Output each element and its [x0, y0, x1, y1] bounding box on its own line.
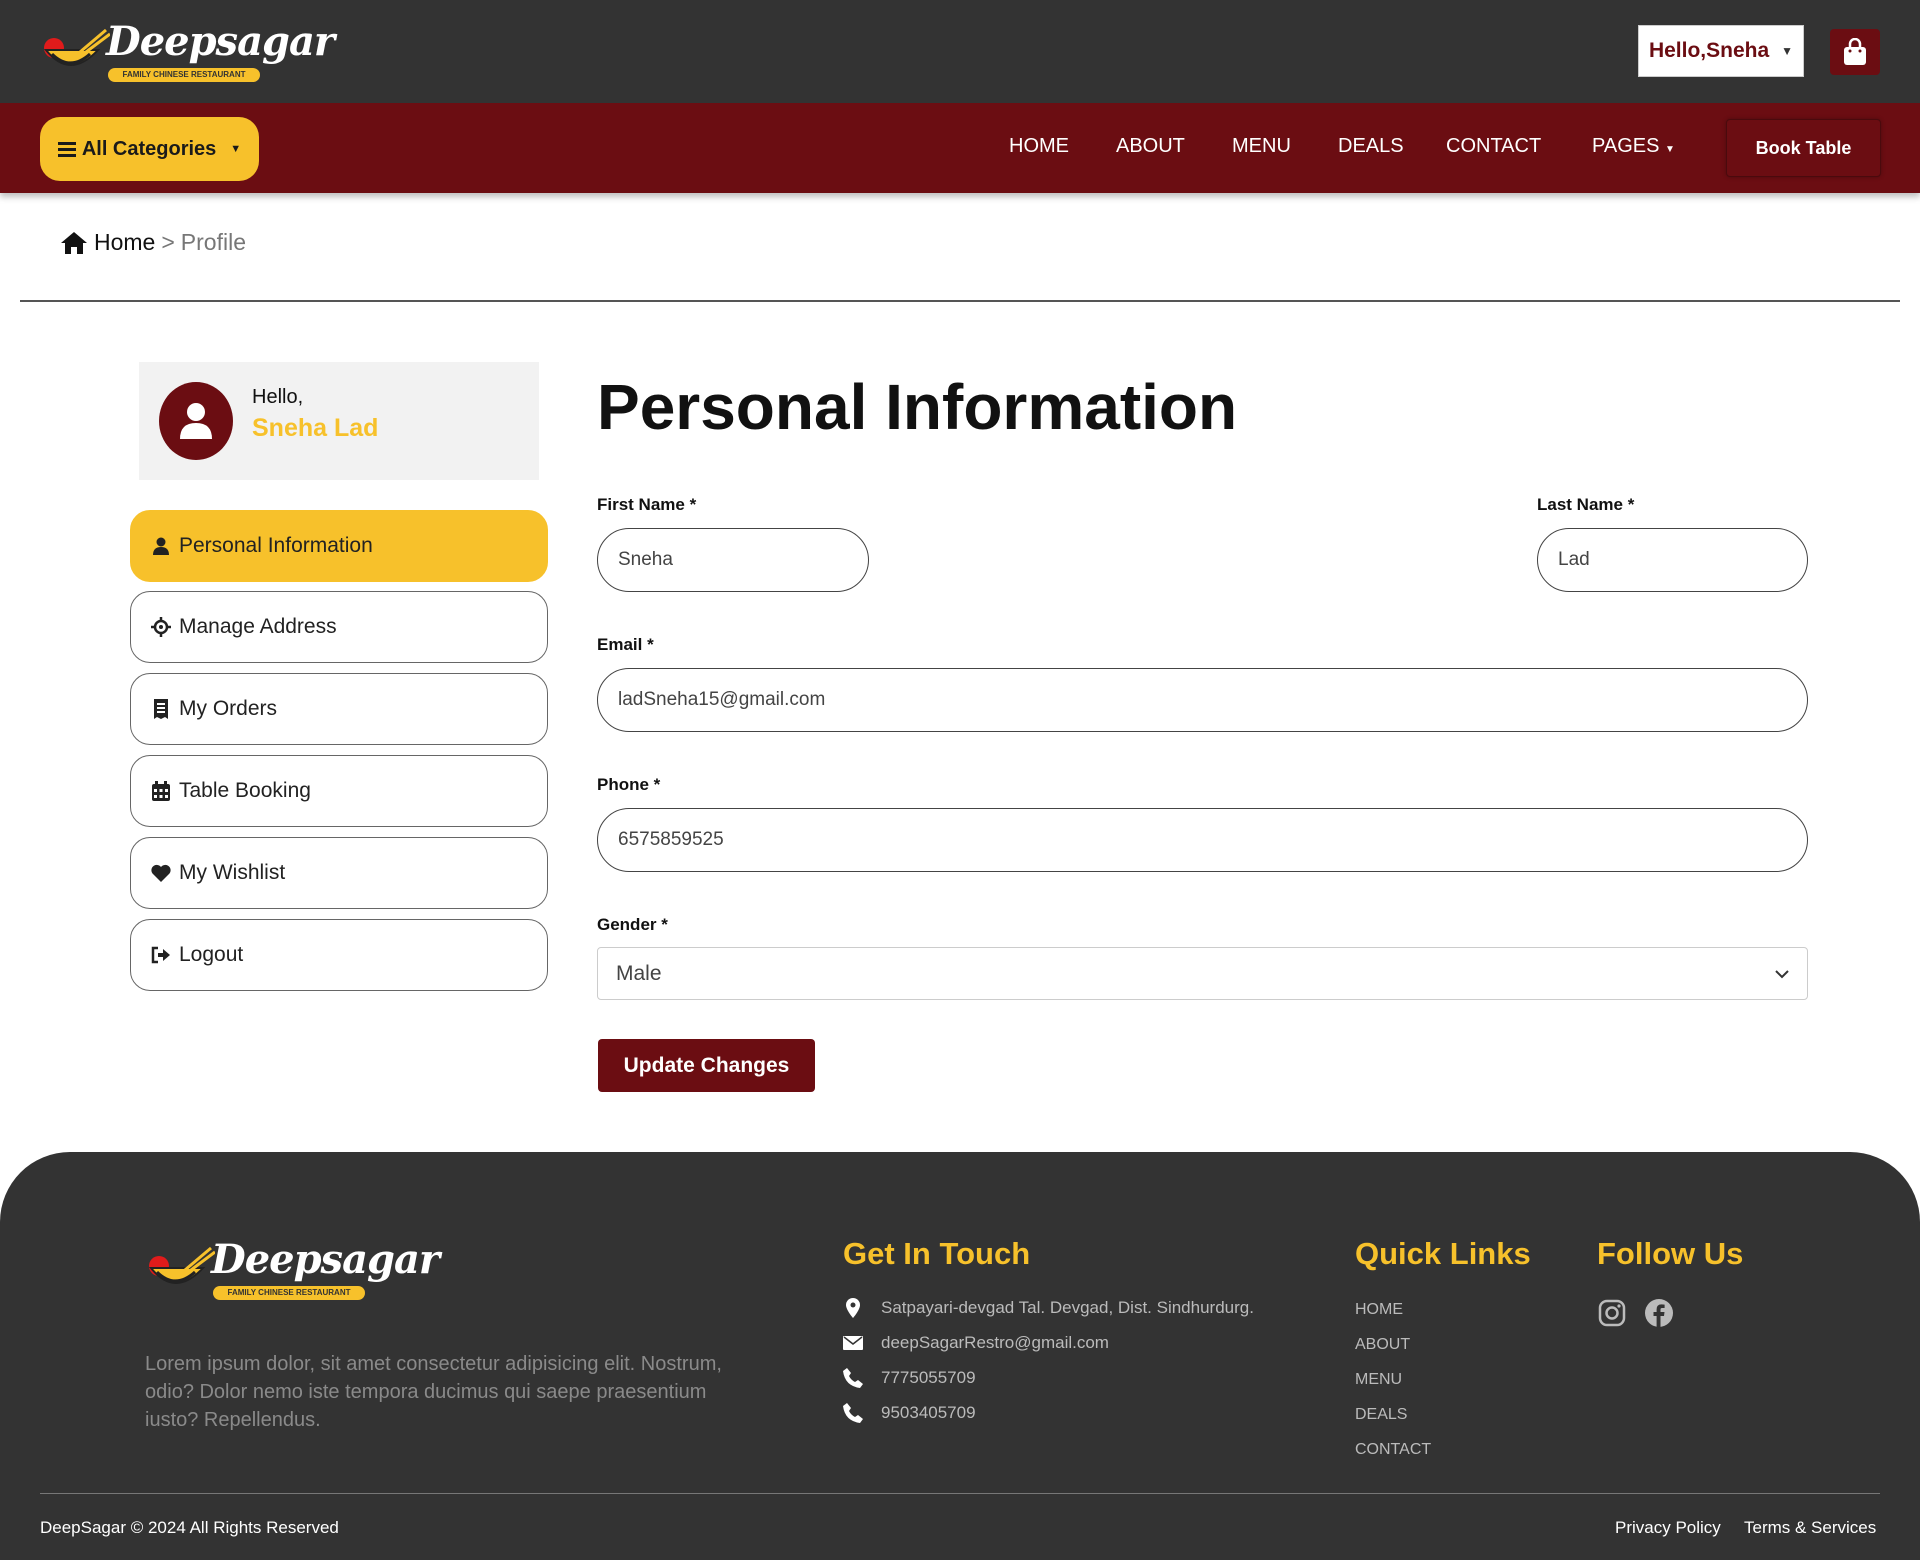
footer-divider	[40, 1493, 1880, 1494]
sidebar-item-personal-information[interactable]: Personal Information	[130, 510, 548, 582]
quick-links-heading: Quick Links	[1355, 1236, 1531, 1271]
brand-name: Deepsagar	[106, 18, 335, 65]
contact-phone-2[interactable]: 9503405709	[843, 1403, 976, 1423]
last-name-label: Last Name *	[1537, 495, 1635, 514]
brand-logo[interactable]: Deepsagar FAMILY CHINESE RESTAURANT	[40, 14, 335, 86]
heart-icon	[151, 863, 171, 883]
sidebar-item-label: Table Booking	[179, 779, 311, 802]
nav-pages-label: PAGES	[1592, 135, 1660, 157]
nav-pages[interactable]: PAGES ▼	[1592, 135, 1675, 158]
chevron-down-icon	[1775, 969, 1789, 978]
facebook-icon[interactable]	[1644, 1298, 1674, 1328]
sidebar-item-table-booking[interactable]: Table Booking	[130, 755, 548, 827]
brand-tagline: FAMILY CHINESE RESTAURANT	[108, 68, 260, 82]
footer-description: Lorem ipsum dolor, sit amet consectetur …	[145, 1353, 722, 1431]
footer-link-about[interactable]: ABOUT	[1355, 1336, 1410, 1354]
phone-icon	[843, 1403, 863, 1423]
contact-phone-2-text: 9503405709	[881, 1403, 976, 1422]
contact-email-text: deepSagarRestro@gmail.com	[881, 1333, 1109, 1352]
first-name-label: First Name *	[597, 495, 697, 514]
profile-card: Hello, Sneha Lad	[139, 362, 539, 480]
home-icon[interactable]	[60, 231, 88, 255]
contact-address-text: Satpayari-devgad Tal. Devgad, Dist. Sind…	[881, 1298, 1254, 1317]
gender-selected-value: Male	[616, 961, 662, 985]
phone-label: Phone *	[597, 775, 661, 794]
last-name-field[interactable]	[1537, 528, 1808, 592]
footer-link-deals[interactable]: DEALS	[1355, 1406, 1407, 1424]
cart-button[interactable]	[1830, 29, 1880, 75]
brand-tagline: FAMILY CHINESE RESTAURANT	[213, 1286, 365, 1300]
contact-phone-1[interactable]: 7775055709	[843, 1368, 976, 1388]
nav-home[interactable]: HOME	[1009, 135, 1069, 158]
gender-label: Gender *	[597, 915, 668, 934]
instagram-icon[interactable]	[1597, 1298, 1627, 1328]
location-crosshair-icon	[151, 617, 171, 637]
phone-icon	[843, 1368, 863, 1388]
sidebar-item-label: Manage Address	[179, 615, 337, 638]
breadcrumb-separator: >	[161, 229, 175, 255]
first-name-field[interactable]	[597, 528, 869, 592]
user-icon	[151, 536, 171, 556]
breadcrumb-current: Profile	[180, 229, 246, 255]
all-categories-label: All Categories	[81, 137, 217, 160]
email-label: Email *	[597, 635, 654, 654]
caret-down-icon: ▼	[1665, 144, 1675, 155]
map-pin-icon	[843, 1298, 863, 1318]
page-title: Personal Information	[597, 371, 1238, 443]
caret-down-icon: ▼	[230, 143, 242, 155]
top-bar: Deepsagar FAMILY CHINESE RESTAURANT Hell…	[0, 0, 1920, 103]
nav-deals[interactable]: DEALS	[1338, 135, 1404, 158]
sidebar-item-manage-address[interactable]: Manage Address	[130, 591, 548, 663]
nav-menu[interactable]: MENU	[1232, 135, 1291, 158]
book-table-button[interactable]: Book Table	[1726, 119, 1881, 177]
main-navbar: All Categories ▼ HOME ABOUT MENU DEALS C…	[0, 103, 1920, 193]
footer-link-menu[interactable]: MENU	[1355, 1371, 1402, 1389]
contact-address: Satpayari-devgad Tal. Devgad, Dist. Sind…	[843, 1298, 1254, 1318]
copyright-text: DeepSagar © 2024 All Rights Reserved	[40, 1518, 339, 1537]
brand-name: Deepsagar	[211, 1236, 440, 1283]
logout-icon	[151, 945, 171, 965]
follow-us-heading: Follow Us	[1597, 1236, 1744, 1271]
shopping-bag-icon	[1844, 38, 1866, 65]
breadcrumb-home[interactable]: Home	[94, 229, 155, 256]
sidebar-item-label: My Orders	[179, 697, 278, 720]
sidebar-item-my-wishlist[interactable]: My Wishlist	[130, 837, 548, 909]
nav-contact[interactable]: CONTACT	[1446, 135, 1541, 158]
caret-down-icon: ▼	[1781, 44, 1794, 58]
all-categories-button[interactable]: All Categories ▼	[40, 117, 259, 181]
sidebar-item-label: Personal Information	[179, 534, 373, 557]
user-menu-button[interactable]: Hello,Sneha ▼	[1638, 25, 1804, 77]
sidebar-item-logout[interactable]: Logout	[130, 919, 548, 991]
get-in-touch-heading: Get In Touch	[843, 1236, 1031, 1271]
sidebar-item-label: My Wishlist	[179, 861, 286, 884]
privacy-policy-link[interactable]: Privacy Policy	[1615, 1518, 1721, 1538]
bowl-chopsticks-icon	[43, 28, 110, 66]
receipt-icon	[151, 699, 171, 719]
sidebar-item-label: Logout	[179, 943, 244, 966]
gender-select[interactable]: Male	[597, 947, 1808, 1000]
contact-email[interactable]: deepSagarRestro@gmail.com	[843, 1333, 1109, 1353]
footer-brand-logo[interactable]: Deepsagar FAMILY CHINESE RESTAURANT	[145, 1232, 440, 1304]
bowl-chopsticks-icon	[148, 1246, 215, 1284]
terms-link[interactable]: Terms & Services	[1744, 1518, 1876, 1538]
footer-link-home[interactable]: HOME	[1355, 1301, 1403, 1319]
section-divider	[20, 300, 1900, 302]
email-field[interactable]	[597, 668, 1808, 732]
profile-hello: Hello,	[252, 386, 304, 408]
calendar-icon	[151, 781, 171, 801]
contact-phone-1-text: 7775055709	[881, 1368, 976, 1387]
envelope-icon	[843, 1333, 863, 1353]
avatar	[159, 382, 233, 460]
user-menu-label: Hello,Sneha	[1648, 39, 1770, 62]
breadcrumb: Home > Profile	[60, 229, 246, 256]
sidebar-item-my-orders[interactable]: My Orders	[130, 673, 548, 745]
phone-field[interactable]	[597, 808, 1808, 872]
hamburger-icon	[57, 142, 76, 157]
profile-user-name: Sneha Lad	[252, 414, 379, 442]
update-changes-button[interactable]: Update Changes	[598, 1039, 815, 1092]
footer-link-contact[interactable]: CONTACT	[1355, 1441, 1431, 1459]
nav-about[interactable]: ABOUT	[1116, 135, 1185, 158]
user-avatar-icon	[180, 403, 212, 439]
